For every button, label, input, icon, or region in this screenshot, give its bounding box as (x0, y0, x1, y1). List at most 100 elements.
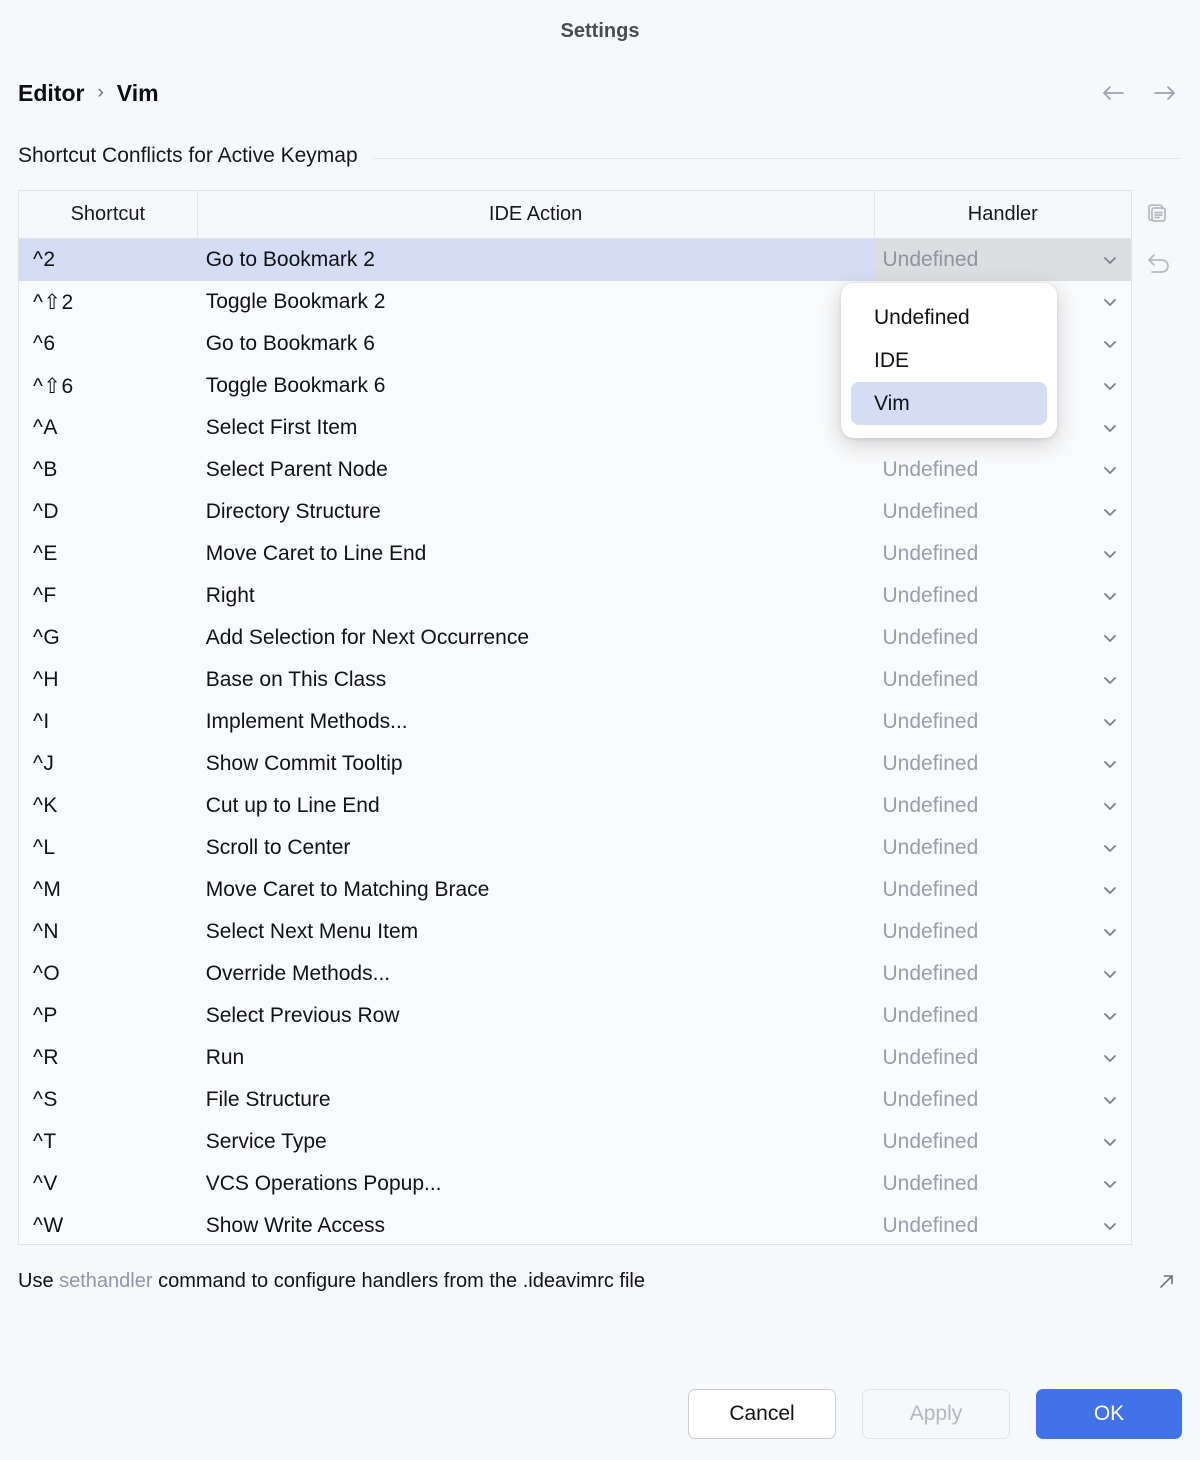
table-row[interactable]: ^FRightUndefined (19, 575, 1131, 617)
chevron-down-icon[interactable] (1099, 921, 1121, 943)
handler-option-ide[interactable]: IDE (851, 339, 1047, 382)
table-row[interactable]: ^LScroll to CenterUndefined (19, 827, 1131, 869)
table-row[interactable]: ^WShow Write AccessUndefined (19, 1205, 1131, 1245)
chevron-down-icon[interactable] (1099, 543, 1121, 565)
cell-ide-action: Go to Bookmark 6 (197, 323, 874, 365)
chevron-down-icon[interactable] (1099, 795, 1121, 817)
handler-value: Undefined (883, 878, 979, 902)
handler-combobox[interactable]: Undefined (874, 449, 1132, 491)
ok-button[interactable]: OK (1036, 1389, 1182, 1439)
table-row[interactable]: ^EMove Caret to Line EndUndefined (19, 533, 1131, 575)
column-header-handler[interactable]: Handler (874, 191, 1132, 238)
chevron-down-icon[interactable] (1099, 753, 1121, 775)
handler-combobox[interactable]: Undefined (874, 617, 1132, 659)
chevron-down-icon[interactable] (1099, 1131, 1121, 1153)
handler-value: Undefined (883, 794, 979, 818)
handler-combobox[interactable]: Undefined (874, 743, 1132, 785)
cell-shortcut: ^S (19, 1079, 197, 1121)
handler-combobox[interactable]: Undefined (874, 827, 1132, 869)
window-title: Settings (561, 20, 640, 43)
table-row[interactable]: ^RRunUndefined (19, 1037, 1131, 1079)
arrow-left-icon[interactable] (1098, 78, 1128, 108)
chevron-down-icon[interactable] (1099, 669, 1121, 691)
chevron-down-icon[interactable] (1099, 837, 1121, 859)
table-row[interactable]: ^SFile StructureUndefined (19, 1079, 1131, 1121)
handler-option-undefined[interactable]: Undefined (851, 296, 1047, 339)
table-row[interactable]: ^GAdd Selection for Next OccurrenceUndef… (19, 617, 1131, 659)
chevron-down-icon[interactable] (1099, 1047, 1121, 1069)
table-row[interactable]: ^PSelect Previous RowUndefined (19, 995, 1131, 1037)
handler-dropdown-popup[interactable]: UndefinedIDEVim (841, 283, 1057, 438)
handler-combobox[interactable]: Undefined (874, 911, 1132, 953)
chevron-down-icon[interactable] (1099, 249, 1121, 271)
handler-combobox[interactable]: Undefined (874, 1079, 1132, 1121)
handler-value: Undefined (883, 668, 979, 692)
handler-combobox[interactable]: Undefined (874, 1205, 1132, 1245)
table-row[interactable]: ^2Go to Bookmark 2Undefined (19, 239, 1131, 281)
arrow-right-icon[interactable] (1150, 78, 1180, 108)
table-row[interactable]: ^NSelect Next Menu ItemUndefined (19, 911, 1131, 953)
handler-combobox[interactable]: Undefined (874, 701, 1132, 743)
table-side-toolbar (1132, 190, 1184, 1245)
external-link-icon[interactable] (1154, 1268, 1180, 1294)
dialog-footer: Cancel Apply OK (0, 1368, 1200, 1460)
chevron-down-icon[interactable] (1099, 417, 1121, 439)
chevron-down-icon[interactable] (1099, 459, 1121, 481)
breadcrumb-current: Vim (117, 80, 159, 107)
hint-prefix: Use (18, 1270, 59, 1292)
chevron-down-icon[interactable] (1099, 1215, 1121, 1237)
handler-option-vim[interactable]: Vim (851, 382, 1047, 425)
chevron-down-icon[interactable] (1099, 879, 1121, 901)
shortcut-conflicts-table-region: Shortcut IDE Action Handler ^2Go to Book… (18, 190, 1184, 1245)
table-row[interactable]: ^IImplement Methods...Undefined (19, 701, 1131, 743)
handler-combobox[interactable]: Undefined (874, 1163, 1132, 1205)
handler-combobox[interactable]: Undefined (874, 1121, 1132, 1163)
handler-combobox[interactable]: Undefined (874, 1037, 1132, 1079)
table-row[interactable]: ^VVCS Operations Popup...Undefined (19, 1163, 1131, 1205)
handler-value: Undefined (883, 962, 979, 986)
cell-ide-action: Select Parent Node (197, 449, 874, 491)
handler-combobox[interactable]: Undefined (874, 659, 1132, 701)
table-row[interactable]: ^HBase on This ClassUndefined (19, 659, 1131, 701)
revert-icon[interactable] (1141, 246, 1175, 280)
chevron-down-icon[interactable] (1099, 711, 1121, 733)
handler-combobox[interactable]: Undefined (874, 953, 1132, 995)
handler-value: Undefined (883, 836, 979, 860)
chevron-down-icon[interactable] (1099, 291, 1121, 313)
handler-combobox[interactable]: Undefined (874, 239, 1132, 281)
table-row[interactable]: ^DDirectory StructureUndefined (19, 491, 1131, 533)
chevron-down-icon[interactable] (1099, 585, 1121, 607)
table-row[interactable]: ^JShow Commit TooltipUndefined (19, 743, 1131, 785)
column-header-shortcut[interactable]: Shortcut (19, 191, 197, 238)
chevron-down-icon[interactable] (1099, 375, 1121, 397)
column-header-ide-action[interactable]: IDE Action (197, 191, 874, 238)
handler-combobox[interactable]: Undefined (874, 491, 1132, 533)
handler-combobox[interactable]: Undefined (874, 575, 1132, 617)
handler-combobox[interactable]: Undefined (874, 995, 1132, 1037)
cell-ide-action: Go to Bookmark 2 (197, 239, 874, 281)
table-row[interactable]: ^OOverride Methods...Undefined (19, 953, 1131, 995)
chevron-down-icon[interactable] (1099, 1173, 1121, 1195)
table-row[interactable]: ^BSelect Parent NodeUndefined (19, 449, 1131, 491)
chevron-down-icon[interactable] (1099, 1089, 1121, 1111)
chevron-down-icon[interactable] (1099, 627, 1121, 649)
hint-text: Use sethandler command to configure hand… (18, 1270, 645, 1293)
handler-combobox[interactable]: Undefined (874, 869, 1132, 911)
chevron-down-icon[interactable] (1099, 963, 1121, 985)
apply-button[interactable]: Apply (862, 1389, 1010, 1439)
table-row[interactable]: ^KCut up to Line EndUndefined (19, 785, 1131, 827)
handler-value: Undefined (883, 1046, 979, 1070)
table-row[interactable]: ^MMove Caret to Matching BraceUndefined (19, 869, 1131, 911)
cancel-button[interactable]: Cancel (688, 1389, 836, 1439)
cell-ide-action: Override Methods... (197, 953, 874, 995)
copy-icon[interactable] (1141, 200, 1175, 234)
chevron-down-icon[interactable] (1099, 333, 1121, 355)
chevron-down-icon[interactable] (1099, 1005, 1121, 1027)
table-row[interactable]: ^TService TypeUndefined (19, 1121, 1131, 1163)
sethandler-link[interactable]: sethandler (59, 1270, 152, 1292)
chevron-down-icon[interactable] (1099, 501, 1121, 523)
handler-combobox[interactable]: Undefined (874, 785, 1132, 827)
handler-value: Undefined (883, 1214, 979, 1238)
handler-combobox[interactable]: Undefined (874, 533, 1132, 575)
breadcrumb-root[interactable]: Editor (18, 80, 84, 107)
